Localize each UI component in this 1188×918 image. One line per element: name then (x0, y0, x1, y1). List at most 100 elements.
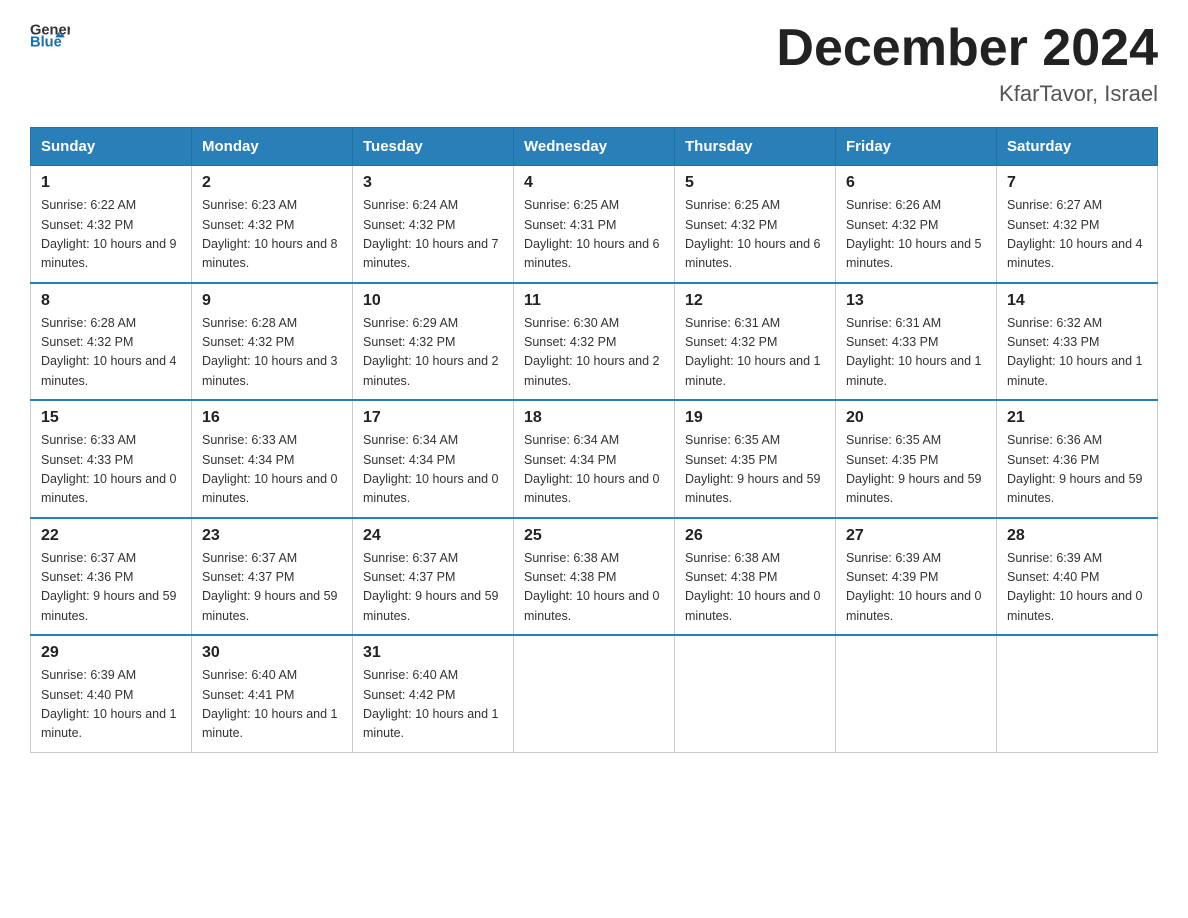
calendar-day-cell: 2 Sunrise: 6:23 AM Sunset: 4:32 PM Dayli… (192, 166, 353, 283)
day-info: Sunrise: 6:24 AM Sunset: 4:32 PM Dayligh… (363, 196, 503, 274)
day-number: 20 (846, 409, 986, 427)
day-number: 2 (202, 174, 342, 192)
day-info: Sunrise: 6:39 AM Sunset: 4:39 PM Dayligh… (846, 549, 986, 627)
day-info: Sunrise: 6:23 AM Sunset: 4:32 PM Dayligh… (202, 196, 342, 274)
day-number: 17 (363, 409, 503, 427)
day-info: Sunrise: 6:34 AM Sunset: 4:34 PM Dayligh… (363, 431, 503, 509)
day-number: 7 (1007, 174, 1147, 192)
day-info: Sunrise: 6:31 AM Sunset: 4:32 PM Dayligh… (685, 314, 825, 392)
day-info: Sunrise: 6:33 AM Sunset: 4:33 PM Dayligh… (41, 431, 181, 509)
calendar-day-cell: 7 Sunrise: 6:27 AM Sunset: 4:32 PM Dayli… (997, 166, 1158, 283)
calendar-header-row: SundayMondayTuesdayWednesdayThursdayFrid… (31, 128, 1158, 166)
svg-text:Blue: Blue (30, 35, 62, 50)
day-info: Sunrise: 6:35 AM Sunset: 4:35 PM Dayligh… (846, 431, 986, 509)
day-info: Sunrise: 6:22 AM Sunset: 4:32 PM Dayligh… (41, 196, 181, 274)
logo: General Blue (30, 20, 70, 50)
column-header-monday: Monday (192, 128, 353, 166)
day-info: Sunrise: 6:37 AM Sunset: 4:37 PM Dayligh… (202, 549, 342, 627)
day-info: Sunrise: 6:37 AM Sunset: 4:37 PM Dayligh… (363, 549, 503, 627)
day-info: Sunrise: 6:40 AM Sunset: 4:42 PM Dayligh… (363, 666, 503, 744)
calendar-week-row: 15 Sunrise: 6:33 AM Sunset: 4:33 PM Dayl… (31, 400, 1158, 518)
logo-icon: General Blue (30, 20, 70, 50)
calendar-day-cell: 1 Sunrise: 6:22 AM Sunset: 4:32 PM Dayli… (31, 166, 192, 283)
day-number: 4 (524, 174, 664, 192)
day-number: 11 (524, 292, 664, 310)
calendar-day-cell: 22 Sunrise: 6:37 AM Sunset: 4:36 PM Dayl… (31, 518, 192, 636)
calendar-day-cell: 8 Sunrise: 6:28 AM Sunset: 4:32 PM Dayli… (31, 283, 192, 401)
day-info: Sunrise: 6:26 AM Sunset: 4:32 PM Dayligh… (846, 196, 986, 274)
day-number: 16 (202, 409, 342, 427)
day-info: Sunrise: 6:31 AM Sunset: 4:33 PM Dayligh… (846, 314, 986, 392)
calendar-day-cell: 14 Sunrise: 6:32 AM Sunset: 4:33 PM Dayl… (997, 283, 1158, 401)
day-info: Sunrise: 6:25 AM Sunset: 4:31 PM Dayligh… (524, 196, 664, 274)
column-header-friday: Friday (836, 128, 997, 166)
calendar-day-cell (997, 635, 1158, 752)
day-info: Sunrise: 6:38 AM Sunset: 4:38 PM Dayligh… (524, 549, 664, 627)
day-number: 13 (846, 292, 986, 310)
calendar-day-cell: 29 Sunrise: 6:39 AM Sunset: 4:40 PM Dayl… (31, 635, 192, 752)
calendar-day-cell: 18 Sunrise: 6:34 AM Sunset: 4:34 PM Dayl… (514, 400, 675, 518)
day-number: 21 (1007, 409, 1147, 427)
column-header-tuesday: Tuesday (353, 128, 514, 166)
calendar-table: SundayMondayTuesdayWednesdayThursdayFrid… (30, 127, 1158, 753)
day-number: 25 (524, 527, 664, 545)
day-info: Sunrise: 6:39 AM Sunset: 4:40 PM Dayligh… (1007, 549, 1147, 627)
day-info: Sunrise: 6:28 AM Sunset: 4:32 PM Dayligh… (202, 314, 342, 392)
title-block: December 2024 KfarTavor, Israel (776, 20, 1158, 107)
day-number: 22 (41, 527, 181, 545)
calendar-day-cell: 9 Sunrise: 6:28 AM Sunset: 4:32 PM Dayli… (192, 283, 353, 401)
day-number: 8 (41, 292, 181, 310)
day-number: 26 (685, 527, 825, 545)
location-title: KfarTavor, Israel (776, 81, 1158, 107)
calendar-day-cell: 10 Sunrise: 6:29 AM Sunset: 4:32 PM Dayl… (353, 283, 514, 401)
calendar-day-cell: 23 Sunrise: 6:37 AM Sunset: 4:37 PM Dayl… (192, 518, 353, 636)
calendar-day-cell: 26 Sunrise: 6:38 AM Sunset: 4:38 PM Dayl… (675, 518, 836, 636)
day-info: Sunrise: 6:27 AM Sunset: 4:32 PM Dayligh… (1007, 196, 1147, 274)
day-number: 14 (1007, 292, 1147, 310)
calendar-day-cell: 24 Sunrise: 6:37 AM Sunset: 4:37 PM Dayl… (353, 518, 514, 636)
calendar-day-cell: 21 Sunrise: 6:36 AM Sunset: 4:36 PM Dayl… (997, 400, 1158, 518)
calendar-day-cell: 19 Sunrise: 6:35 AM Sunset: 4:35 PM Dayl… (675, 400, 836, 518)
month-year-title: December 2024 (776, 20, 1158, 77)
day-number: 30 (202, 644, 342, 662)
column-header-sunday: Sunday (31, 128, 192, 166)
column-header-wednesday: Wednesday (514, 128, 675, 166)
calendar-day-cell: 12 Sunrise: 6:31 AM Sunset: 4:32 PM Dayl… (675, 283, 836, 401)
calendar-day-cell (514, 635, 675, 752)
day-number: 31 (363, 644, 503, 662)
day-number: 1 (41, 174, 181, 192)
day-number: 29 (41, 644, 181, 662)
calendar-day-cell: 3 Sunrise: 6:24 AM Sunset: 4:32 PM Dayli… (353, 166, 514, 283)
day-number: 10 (363, 292, 503, 310)
day-info: Sunrise: 6:37 AM Sunset: 4:36 PM Dayligh… (41, 549, 181, 627)
column-header-thursday: Thursday (675, 128, 836, 166)
calendar-day-cell: 31 Sunrise: 6:40 AM Sunset: 4:42 PM Dayl… (353, 635, 514, 752)
day-info: Sunrise: 6:34 AM Sunset: 4:34 PM Dayligh… (524, 431, 664, 509)
calendar-day-cell: 5 Sunrise: 6:25 AM Sunset: 4:32 PM Dayli… (675, 166, 836, 283)
calendar-day-cell: 27 Sunrise: 6:39 AM Sunset: 4:39 PM Dayl… (836, 518, 997, 636)
day-info: Sunrise: 6:32 AM Sunset: 4:33 PM Dayligh… (1007, 314, 1147, 392)
day-number: 3 (363, 174, 503, 192)
calendar-week-row: 1 Sunrise: 6:22 AM Sunset: 4:32 PM Dayli… (31, 166, 1158, 283)
page-header: General Blue December 2024 KfarTavor, Is… (30, 20, 1158, 107)
day-info: Sunrise: 6:30 AM Sunset: 4:32 PM Dayligh… (524, 314, 664, 392)
calendar-day-cell: 28 Sunrise: 6:39 AM Sunset: 4:40 PM Dayl… (997, 518, 1158, 636)
day-number: 9 (202, 292, 342, 310)
calendar-week-row: 8 Sunrise: 6:28 AM Sunset: 4:32 PM Dayli… (31, 283, 1158, 401)
day-number: 19 (685, 409, 825, 427)
calendar-day-cell: 25 Sunrise: 6:38 AM Sunset: 4:38 PM Dayl… (514, 518, 675, 636)
calendar-day-cell: 30 Sunrise: 6:40 AM Sunset: 4:41 PM Dayl… (192, 635, 353, 752)
day-info: Sunrise: 6:33 AM Sunset: 4:34 PM Dayligh… (202, 431, 342, 509)
day-number: 18 (524, 409, 664, 427)
calendar-day-cell: 4 Sunrise: 6:25 AM Sunset: 4:31 PM Dayli… (514, 166, 675, 283)
column-header-saturday: Saturday (997, 128, 1158, 166)
day-number: 5 (685, 174, 825, 192)
calendar-day-cell: 20 Sunrise: 6:35 AM Sunset: 4:35 PM Dayl… (836, 400, 997, 518)
day-info: Sunrise: 6:29 AM Sunset: 4:32 PM Dayligh… (363, 314, 503, 392)
calendar-day-cell: 11 Sunrise: 6:30 AM Sunset: 4:32 PM Dayl… (514, 283, 675, 401)
day-number: 24 (363, 527, 503, 545)
day-number: 15 (41, 409, 181, 427)
calendar-day-cell (836, 635, 997, 752)
calendar-day-cell: 13 Sunrise: 6:31 AM Sunset: 4:33 PM Dayl… (836, 283, 997, 401)
calendar-day-cell: 16 Sunrise: 6:33 AM Sunset: 4:34 PM Dayl… (192, 400, 353, 518)
